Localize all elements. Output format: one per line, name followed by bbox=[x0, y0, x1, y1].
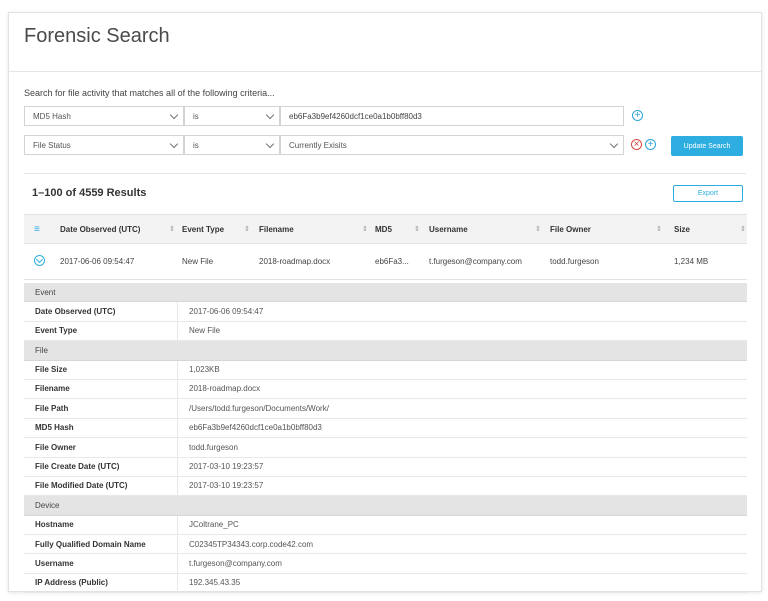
sort-icon[interactable]: ⇕ bbox=[535, 225, 541, 233]
detail-row: Event Type New File bbox=[24, 321, 747, 342]
detail-label: File Path bbox=[35, 403, 69, 413]
add-icon[interactable]: + bbox=[632, 110, 643, 121]
chevron-down-icon bbox=[265, 110, 275, 120]
detail-value: 192.345.43.35 bbox=[189, 578, 241, 588]
detail-label: File Create Date (UTC) bbox=[35, 462, 120, 472]
detail-label: IP Address (Public) bbox=[35, 578, 108, 588]
detail-row: File Path/Users/todd.furgeson/Documents/… bbox=[24, 399, 747, 419]
detail-label: Fully Qualified Domain Name bbox=[35, 539, 146, 549]
update-search-button[interactable]: Update Search bbox=[671, 136, 743, 156]
sort-icon[interactable]: ⇕ bbox=[244, 225, 250, 233]
cell-username: t.furgeson@company.com bbox=[429, 257, 522, 266]
criteria-field-value: File Status bbox=[33, 140, 71, 150]
detail-label: File Owner bbox=[35, 442, 76, 452]
cell-size: 1,234 MB bbox=[674, 257, 709, 266]
md5-hash-input[interactable]: eb6Fa3b9ef4260dcf1ce0a1b0bff80d3 bbox=[280, 106, 624, 126]
criteria-label: Search for file activity that matches al… bbox=[24, 88, 275, 98]
detail-value: /Users/todd.furgeson/Documents/Work/ bbox=[189, 403, 329, 413]
select-all-icon[interactable]: ≡ bbox=[34, 215, 40, 243]
criteria-field-select-1[interactable]: MD5 Hash bbox=[24, 106, 184, 126]
forensic-search-panel: Forensic Search Search for file activity… bbox=[8, 12, 762, 594]
detail-value: 2018-roadmap.docx bbox=[189, 384, 261, 394]
detail-value: eb6Fa3b9ef4260dcf1ce0a1b0bff80d3 bbox=[189, 423, 322, 433]
detail-value: C02345TP34343.corp.code42.com bbox=[189, 539, 314, 549]
criteria-operator-value: is bbox=[193, 140, 199, 150]
detail-value: New File bbox=[189, 326, 221, 336]
cell-filename: 2018-roadmap.docx bbox=[259, 257, 331, 266]
detail-label: Username bbox=[35, 558, 74, 568]
column-filename[interactable]: Filename bbox=[259, 215, 294, 243]
details-section-device: Device bbox=[24, 496, 747, 516]
detail-row: Username t.furgeson@company.com bbox=[24, 554, 747, 574]
column-md5[interactable]: MD5 bbox=[375, 215, 392, 243]
detail-label: Event Type bbox=[35, 326, 78, 336]
chevron-down-icon bbox=[169, 139, 179, 149]
section-divider bbox=[24, 173, 746, 174]
add-icon[interactable]: + bbox=[645, 139, 656, 150]
cell-event-type: New File bbox=[182, 257, 214, 266]
file-status-value: Currently Exisits bbox=[289, 140, 347, 150]
detail-row: Fully Qualified Domain Name C02345TP34343… bbox=[24, 535, 747, 555]
detail-value: todd.furgeson bbox=[189, 442, 238, 452]
column-size[interactable]: Size bbox=[674, 215, 690, 243]
cell-file-owner: todd.furgeson bbox=[550, 257, 599, 266]
detail-row: Date Observed (UTC) 2017-06-06 09:54:47 bbox=[24, 302, 747, 322]
sort-icon[interactable]: ⇕ bbox=[656, 225, 662, 233]
criteria-operator-select-2[interactable]: is bbox=[184, 135, 280, 155]
column-file-owner[interactable]: File Owner bbox=[550, 215, 591, 243]
results-count: 1–100 of 4559 Results bbox=[32, 187, 147, 199]
detail-label: Date Observed (UTC) bbox=[35, 306, 116, 316]
md5-hash-input-value: eb6Fa3b9ef4260dcf1ce0a1b0bff80d3 bbox=[289, 111, 422, 121]
remove-icon[interactable]: × bbox=[631, 139, 642, 150]
detail-label: File Size bbox=[35, 365, 68, 375]
cell-md5: eb6Fa3... bbox=[375, 257, 409, 266]
sort-icon[interactable]: ⇕ bbox=[414, 225, 420, 233]
results-table-header: ≡ Date Observed (UTC) ⇕ Event Type ⇕ Fil… bbox=[24, 214, 747, 244]
criteria-operator-value: is bbox=[193, 111, 199, 121]
detail-row: Filename 2018-roadmap.docx bbox=[24, 379, 747, 400]
column-username[interactable]: Username bbox=[429, 215, 468, 243]
title-divider bbox=[9, 71, 761, 72]
detail-row: File Create Date (UTC) 2017-03-10 19:23:5… bbox=[24, 457, 747, 477]
sort-icon[interactable]: ⇕ bbox=[169, 225, 175, 233]
criteria-field-value: MD5 Hash bbox=[33, 111, 71, 121]
detail-value: 2017-03-10 19:23:57 bbox=[189, 462, 264, 472]
detail-value: 2017-06-06 09:54:47 bbox=[189, 306, 264, 316]
detail-row: IP Address (Public) 192.345.43.35 bbox=[24, 573, 747, 594]
cell-date-observed: 2017-06-06 09:54:47 bbox=[60, 257, 135, 266]
detail-row: MD5 Hash eb6Fa3b9ef4260dcf1ce0a1b0bff80d3 bbox=[24, 418, 747, 439]
chevron-down-icon bbox=[169, 110, 179, 120]
chevron-down-icon bbox=[609, 139, 619, 149]
sort-icon[interactable]: ⇕ bbox=[740, 225, 746, 233]
detail-row: File Owner todd.furgeson bbox=[24, 438, 747, 458]
detail-value: t.furgeson@company.com bbox=[189, 558, 282, 568]
table-row[interactable]: 2017-06-06 09:54:47 New File 2018-roadma… bbox=[24, 244, 747, 280]
event-details-panel: Event Date Observed (UTC) 2017-06-06 09:5… bbox=[24, 283, 747, 594]
criteria-operator-select-1[interactable]: is bbox=[184, 106, 280, 126]
chevron-down-icon bbox=[265, 139, 275, 149]
detail-label: Filename bbox=[35, 384, 70, 394]
file-status-select[interactable]: Currently Exisits bbox=[280, 135, 624, 155]
detail-label: File Modified Date (UTC) bbox=[35, 481, 128, 491]
column-event-type[interactable]: Event Type bbox=[182, 215, 224, 243]
collapse-icon[interactable] bbox=[34, 255, 45, 266]
detail-label: MD5 Hash bbox=[35, 423, 74, 433]
detail-value: JColtrane_PC bbox=[189, 520, 239, 530]
sort-icon[interactable]: ⇕ bbox=[362, 225, 368, 233]
detail-value: 1,023KB bbox=[189, 365, 220, 375]
details-section-event: Event bbox=[24, 283, 747, 303]
detail-row: File Modified Date (UTC) 2017-03-10 19:23… bbox=[24, 476, 747, 497]
criteria-field-select-2[interactable]: File Status bbox=[24, 135, 184, 155]
column-date-observed[interactable]: Date Observed (UTC) bbox=[60, 215, 140, 243]
detail-value: 2017-03-10 19:23:57 bbox=[189, 481, 264, 491]
detail-row: File Size 1,023KB bbox=[24, 360, 747, 380]
export-button[interactable]: Export bbox=[673, 185, 743, 202]
page-background: Forensic Search Search for file activity… bbox=[0, 0, 768, 601]
page-title: Forensic Search bbox=[24, 25, 170, 47]
details-section-file: File bbox=[24, 341, 747, 361]
detail-row: Hostname JColtrane_PC bbox=[24, 515, 747, 536]
detail-label: Hostname bbox=[35, 520, 74, 530]
